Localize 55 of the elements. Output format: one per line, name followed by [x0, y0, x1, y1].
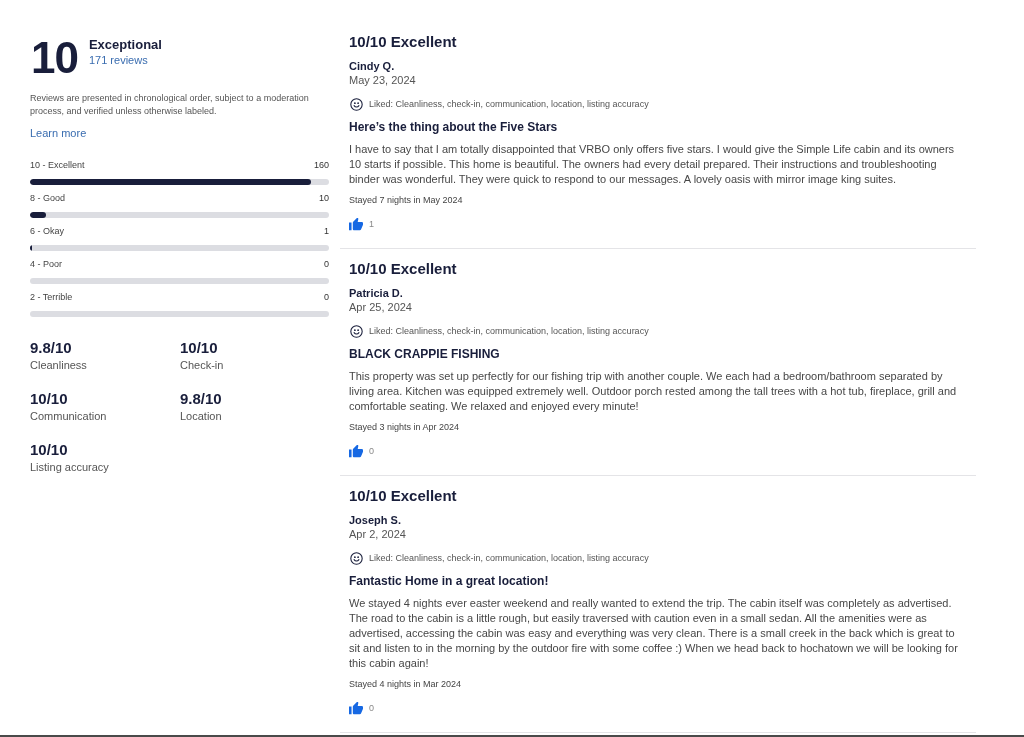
review-disclaimer: Reviews are presented in chronological order, subject to a moderation process, and verified unless otherwise labeled. [30, 92, 310, 118]
rating-level-count: 160 [313, 159, 329, 171]
category-label: Cleanliness [30, 358, 88, 372]
smiley-face-icon [350, 551, 363, 565]
review-count-link[interactable]: 171 reviews [88, 53, 162, 67]
category-score: 9.8/10 [30, 338, 73, 358]
rating-level-count: 10 [319, 192, 329, 204]
review-title: Here’s the thing about the Five Stars [349, 119, 559, 135]
category-label: Listing accuracy [30, 460, 110, 474]
review-date: Apr 25, 2024 [349, 300, 413, 314]
stay-info: Stayed 3 nights in Apr 2024 [349, 421, 461, 433]
liked-aspects: Liked: Cleanliness, check-in, communication, location, listing accuracy [369, 98, 649, 110]
category-label: Check-in [180, 358, 225, 372]
thumbs-up-icon[interactable] [349, 701, 363, 715]
overall-score: 10 [31, 36, 78, 80]
reviewer-name: Cindy Q. [349, 59, 396, 73]
rating-level-label: 4 - Poor [30, 258, 62, 270]
stay-info: Stayed 4 nights in Mar 2024 [349, 678, 463, 690]
rating-label: Exceptional [88, 37, 162, 53]
reviewer-name: Joseph S. [349, 513, 402, 527]
smiley-face-icon [350, 324, 363, 338]
review-date: May 23, 2024 [349, 73, 417, 87]
category-score: 10/10 [180, 338, 219, 358]
smiley-face-icon [350, 97, 363, 111]
review-title: Fantastic Home in a great location! [349, 573, 550, 589]
liked-aspects: Liked: Cleanliness, check-in, communication, location, listing accuracy [369, 325, 649, 337]
rating-level-count: 1 [324, 225, 329, 237]
review-rating: 10/10 Excellent [349, 486, 458, 506]
category-score: 10/10 [30, 440, 69, 460]
category-score: 9.8/10 [180, 389, 223, 409]
review-rating: 10/10 Excellent [349, 259, 458, 279]
review-date: Apr 2, 2024 [349, 527, 407, 541]
helpful-count: 1 [369, 218, 374, 230]
thumbs-up-icon[interactable] [349, 444, 363, 458]
learn-more-link[interactable]: Learn more [30, 126, 87, 140]
liked-aspects: Liked: Cleanliness, check-in, communication, location, listing accuracy [369, 552, 649, 564]
review-rating: 10/10 Excellent [349, 32, 458, 52]
rating-level-label: 2 - Terrible [30, 291, 73, 303]
reviewer-name: Patricia D. [349, 286, 404, 300]
stay-info: Stayed 7 nights in May 2024 [349, 194, 464, 206]
helpful-count: 0 [369, 702, 374, 714]
review-body: I have to say that I am totally disappointed that VRBO only offers five stars. I would give the Simple Life cabin and its owners 10 starts if possible. This home is beautiful. The owners had every detail prepared. Their instructions and troubleshooting binder was wonderful. They were quick to respond to our messages. A lovely oasis with mirror image king suites. [349, 142, 956, 187]
category-label: Location [180, 409, 223, 423]
thumbs-up-icon[interactable] [349, 217, 363, 231]
review-title: BLACK CRAPPIE FISHING [349, 346, 501, 362]
category-score: 10/10 [30, 389, 69, 409]
helpful-count: 0 [369, 445, 374, 457]
rating-level-label: 6 - Okay [30, 225, 64, 237]
category-label: Communication [30, 409, 108, 423]
review-body: This property was set up perfectly for our fishing trip with another couple. We each had a bedroom/bathroom separated by living area. Kitchen was equipped extremely well. Outdoor porch rested among the tall trees with a hot tub, fireplace, grill and comfortable seating. We relaxed and enjoyed every minute! [349, 369, 958, 414]
rating-level-label: 10 - Excellent [30, 159, 85, 171]
rating-level-label: 8 - Good [30, 192, 66, 204]
rating-level-count: 0 [324, 291, 329, 303]
review-body: We stayed 4 nights ever easter weekend and really wanted to extend the trip. The cabin itself was completely as advertised. The road to the cabin is a little rough, but easily traversed with caution even in a small sedan. All the amenities were as advertised, accessing the cabin was easy and everything was very clean. There is a small creek in the back which is great to sit and listen to in the morning by the outdoor fire with some coffee :) When we head back to hochatown we will be looking for this cabin again! [349, 596, 959, 671]
rating-level-count: 0 [324, 258, 329, 270]
